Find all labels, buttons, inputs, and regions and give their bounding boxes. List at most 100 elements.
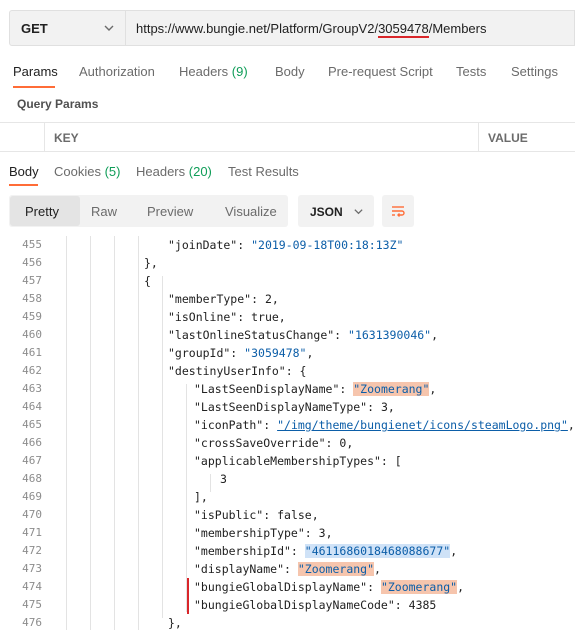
column-divider[interactable]: [478, 123, 479, 151]
view-visualize-button[interactable]: Visualize: [225, 204, 277, 219]
json-punct: ,: [311, 508, 319, 522]
json-key: "iconPath":: [194, 418, 278, 432]
json-key: "joinDate":: [168, 238, 252, 252]
tab-count: (9): [231, 64, 248, 79]
chevron-down-icon: [104, 25, 114, 31]
json-value: true: [251, 310, 279, 324]
code-line: 474 "bungieGlobalDisplayName": "Zoomerang…: [0, 578, 575, 596]
json-value: "2019-09-18T00:18:13Z": [251, 238, 404, 252]
line-number: 469: [22, 490, 42, 503]
response-body-viewer[interactable]: 455 "joinDate": "2019-09-18T00:18:13Z" 45…: [0, 236, 575, 630]
line-number: 465: [22, 418, 42, 431]
tab-label: Body: [275, 64, 305, 79]
json-value-highlighted: "Zoomerang": [297, 562, 375, 576]
json-punct: ,: [325, 526, 333, 540]
code-line: 460 "lastOnlineStatusChange": "1631390046…: [0, 326, 575, 344]
json-punct: },: [168, 616, 182, 630]
tab-label: Pre-request Script: [328, 64, 433, 79]
code-line: 465 "iconPath": "/img/theme/bungienet/ico…: [0, 416, 575, 434]
tab-params[interactable]: Params: [13, 64, 58, 79]
json-value: 4385: [408, 598, 437, 612]
json-key: "LastSeenDisplayNameType":: [194, 400, 381, 414]
tab-settings[interactable]: Settings: [511, 64, 558, 79]
code-line: 459 "isOnline": true,: [0, 308, 575, 326]
tab-authorization[interactable]: Authorization: [79, 64, 155, 79]
wrap-lines-button[interactable]: [382, 195, 414, 227]
chevron-down-icon: [354, 209, 363, 215]
code-line: 456},: [0, 254, 575, 272]
json-key: "applicableMembershipTypes": [: [194, 454, 402, 468]
line-number: 466: [22, 436, 42, 449]
json-value: 3: [220, 472, 227, 486]
json-punct: ,: [346, 436, 354, 450]
method-label: GET: [21, 21, 48, 36]
json-key: "crossSaveOverride":: [194, 436, 340, 450]
tab-headers[interactable]: Headers (9): [179, 64, 248, 79]
view-raw-button[interactable]: Raw: [91, 204, 117, 219]
json-value: false: [277, 508, 312, 522]
json-punct: ,: [457, 580, 465, 594]
code-line: 458 "memberType": 2,: [0, 290, 575, 308]
code-line: 468 3: [0, 470, 575, 488]
json-value-link[interactable]: "/img/theme/bungienet/icons/steamLogo.pn…: [277, 418, 568, 432]
line-number: 474: [22, 580, 42, 593]
line-number: 459: [22, 310, 42, 323]
json-punct: ,: [306, 346, 314, 360]
line-number: 472: [22, 544, 42, 557]
code-line: 475 "bungieGlobalDisplayNameCode": 4385: [0, 596, 575, 614]
json-value: "3059478": [244, 346, 307, 360]
line-number: 468: [22, 472, 42, 485]
json-key: "displayName":: [194, 562, 298, 576]
json-punct: },: [144, 256, 158, 270]
tab-label: Cookies: [54, 164, 101, 179]
json-punct: ,: [431, 328, 439, 342]
tab-label: Authorization: [79, 64, 155, 79]
code-line: 471 "membershipType": 3,: [0, 524, 575, 542]
line-number: 458: [22, 292, 42, 305]
line-number: 467: [22, 454, 42, 467]
json-punct: ,: [450, 544, 458, 558]
tab-response-body[interactable]: Body: [9, 164, 39, 179]
json-value-highlighted: "Zoomerang": [380, 580, 458, 594]
tab-label: Headers: [136, 164, 186, 179]
tab-cookies[interactable]: Cookies (5): [54, 164, 120, 179]
json-punct: ,: [278, 310, 286, 324]
json-punct: ],: [194, 490, 208, 504]
tab-label: Test Results: [228, 164, 299, 179]
format-select[interactable]: JSON: [298, 195, 374, 227]
value-column-header: VALUE: [488, 131, 528, 145]
tab-body[interactable]: Body: [275, 64, 305, 79]
json-punct: ,: [271, 292, 279, 306]
code-line: 464 "LastSeenDisplayNameType": 3,: [0, 398, 575, 416]
tab-test-results[interactable]: Test Results: [228, 164, 299, 179]
tab-response-headers[interactable]: Headers (20): [136, 164, 212, 179]
line-number: 464: [22, 400, 42, 413]
code-line: 457 {: [0, 272, 575, 290]
url-input[interactable]: https://www.bungie.net/Platform/GroupV2/…: [126, 10, 575, 46]
tab-pre-request-script[interactable]: Pre-request Script: [328, 64, 433, 79]
tab-tests[interactable]: Tests: [456, 64, 486, 79]
code-line: 476},: [0, 614, 575, 630]
json-value-highlighted: "Zoomerang": [353, 382, 430, 396]
method-select[interactable]: GET: [9, 10, 126, 46]
request-tabs: Params Authorization Headers (9) Body Pr…: [0, 58, 575, 88]
json-key: "LastSeenDisplayName":: [194, 382, 354, 396]
params-checkbox-column: [0, 123, 45, 151]
json-punct: ,: [429, 382, 437, 396]
line-number: 462: [22, 364, 42, 377]
response-toolbar: Pretty Raw Preview Visualize JSON: [0, 195, 575, 229]
line-number: 463: [22, 382, 42, 395]
tab-label: Params: [13, 64, 58, 79]
code-line: 469],: [0, 488, 575, 506]
url-suffix: /Members: [428, 21, 487, 36]
view-pretty-button[interactable]: Pretty: [25, 204, 59, 219]
json-value: 2: [264, 292, 272, 306]
code-line: 455 "joinDate": "2019-09-18T00:18:13Z": [0, 236, 575, 254]
view-preview-button[interactable]: Preview: [147, 204, 193, 219]
line-number: 460: [22, 328, 42, 341]
code-line: 467 "applicableMembershipTypes": [: [0, 452, 575, 470]
json-value: 3: [380, 400, 388, 414]
format-label: JSON: [310, 205, 343, 219]
json-key: "memberType":: [168, 292, 265, 306]
json-key: "groupId":: [168, 346, 245, 360]
